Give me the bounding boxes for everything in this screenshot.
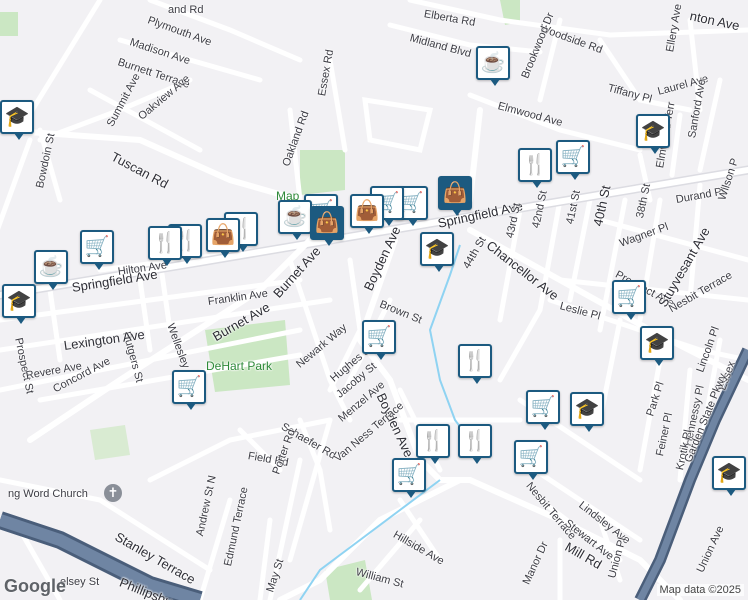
restaurant-icon[interactable]: 🍴 [458, 424, 492, 464]
church-icon[interactable]: ✝ [104, 484, 122, 502]
shopping-bag-icon[interactable]: 👜 [438, 176, 472, 216]
google-logo: Google [4, 576, 66, 596]
restaurant-icon[interactable]: 🍴 [458, 344, 492, 384]
grocery-cart-icon[interactable]: 🛒 [514, 440, 548, 480]
school-icon[interactable]: 🎓 [570, 392, 604, 432]
cafe-icon[interactable]: ☕ [34, 250, 68, 290]
map-canvas[interactable]: Elberta Rd Woodside Rd Midland Blvd Plym… [0, 0, 748, 600]
street-label-top-rd: and Rd [168, 4, 204, 16]
school-icon[interactable]: 🎓 [636, 114, 670, 154]
restaurant-icon[interactable]: 🍴 [518, 148, 552, 188]
grocery-cart-icon[interactable]: 🛒 [612, 280, 646, 320]
shopping-bag-icon[interactable]: 👜 [350, 194, 384, 234]
grocery-cart-icon[interactable]: 🛒 [392, 458, 426, 498]
cafe-icon[interactable]: ☕ [476, 46, 510, 86]
school-icon[interactable]: 🎓 [420, 232, 454, 272]
shopping-bag-icon[interactable]: 👜 [206, 218, 240, 258]
grocery-cart-icon[interactable]: 🛒 [80, 230, 114, 270]
park-area-west [0, 12, 18, 36]
school-icon[interactable]: 🎓 [0, 100, 34, 140]
park-area-oakland [300, 150, 345, 195]
school-icon[interactable]: 🎓 [712, 456, 746, 496]
park-label-dehart[interactable]: DeHart Park [206, 360, 272, 372]
grocery-cart-icon[interactable]: 🛒 [556, 140, 590, 180]
school-icon[interactable]: 🎓 [2, 284, 36, 324]
grocery-cart-icon[interactable]: 🛒 [362, 320, 396, 360]
grocery-cart-icon[interactable]: 🛒 [526, 390, 560, 430]
restaurant-icon[interactable]: 🍴 [148, 226, 182, 266]
shopping-bag-icon[interactable]: 👜 [310, 206, 344, 246]
grocery-cart-icon[interactable]: 🛒 [172, 370, 206, 410]
cafe-icon[interactable]: ☕ [278, 200, 312, 240]
stream [428, 244, 471, 441]
park-area-church [90, 425, 130, 460]
school-icon[interactable]: 🎓 [640, 326, 674, 366]
place-label-church[interactable]: ng Word Church [8, 488, 88, 500]
restaurant-icon[interactable]: 🍴 [416, 424, 450, 464]
map-data-credit[interactable]: Map data ©2025 [656, 584, 744, 596]
